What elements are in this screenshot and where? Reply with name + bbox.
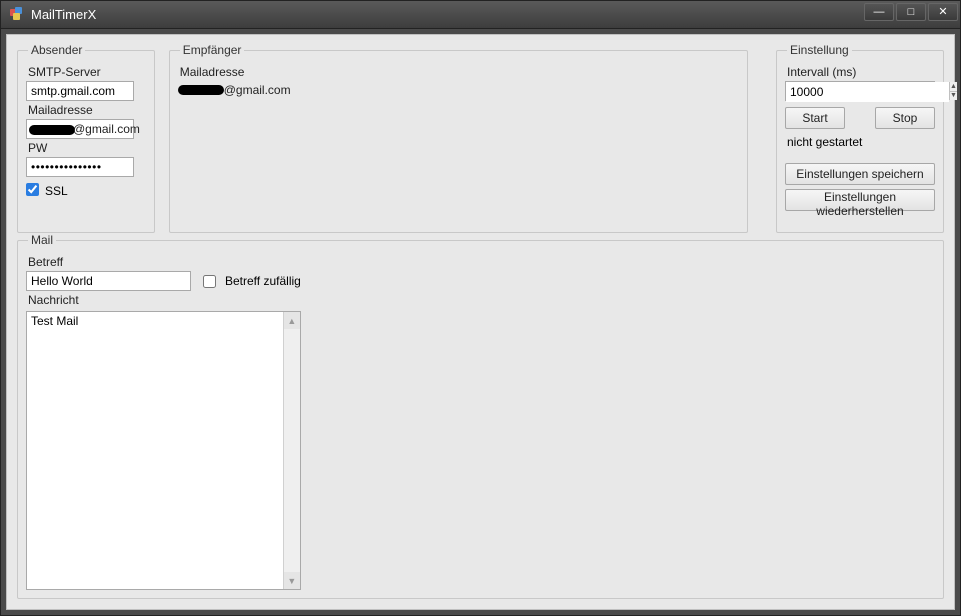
message-scrollbar[interactable]: ▲ ▼ (283, 312, 300, 589)
sender-legend: Absender (28, 43, 85, 57)
app-window: MailTimerX — □ ✕ Absender SMTP-Server Ma… (0, 0, 961, 616)
save-settings-button[interactable]: Einstellungen speichern (785, 163, 935, 185)
ssl-checkbox[interactable] (26, 183, 39, 196)
smtp-server-input[interactable] (26, 81, 134, 101)
smtp-server-label: SMTP-Server (28, 65, 146, 79)
start-button[interactable]: Start (785, 107, 845, 129)
status-text: nicht gestartet (787, 135, 935, 149)
subject-label: Betreff (28, 255, 301, 269)
interval-spinner[interactable]: ▲ ▼ (785, 81, 935, 101)
recipient-mail-value: @gmail.com (178, 83, 739, 97)
settings-legend: Einstellung (787, 43, 852, 57)
interval-label: Intervall (ms) (787, 65, 935, 79)
stop-button[interactable]: Stop (875, 107, 935, 129)
ssl-label: SSL (45, 184, 68, 198)
restore-settings-button[interactable]: Einstellungen wiederherstellen (785, 189, 935, 211)
maximize-icon: □ (908, 7, 915, 18)
mail-group: Mail Betreff Betreff zufällig Nachricht … (17, 233, 944, 599)
close-button[interactable]: ✕ (928, 3, 958, 21)
interval-input[interactable] (786, 82, 949, 102)
minimize-icon: — (874, 7, 885, 18)
random-subject-checkbox[interactable] (203, 275, 216, 288)
sender-mail-redaction (29, 124, 75, 138)
window-title: MailTimerX (31, 7, 96, 22)
message-label: Nachricht (28, 293, 301, 307)
message-textarea[interactable] (27, 312, 283, 589)
app-icon (9, 7, 25, 23)
random-subject-label: Betreff zufällig (225, 274, 301, 288)
spinner-down-icon[interactable]: ▼ (950, 92, 957, 101)
recipient-mail-redaction (178, 85, 224, 95)
spinner-up-icon[interactable]: ▲ (950, 82, 957, 92)
recipient-mail-suffix: @gmail.com (224, 83, 291, 97)
maximize-button[interactable]: □ (896, 3, 926, 21)
titlebar[interactable]: MailTimerX — □ ✕ (1, 1, 960, 29)
client-area: Absender SMTP-Server Mailadresse @gmail.… (6, 34, 955, 610)
scroll-down-icon[interactable]: ▼ (284, 572, 300, 589)
recipient-mail-label: Mailadresse (180, 65, 739, 79)
random-subject-row[interactable]: Betreff zufällig (199, 272, 301, 291)
minimize-button[interactable]: — (864, 3, 894, 21)
sender-mail-label: Mailadresse (28, 103, 146, 117)
settings-group: Einstellung Intervall (ms) ▲ ▼ Start Sto… (776, 43, 944, 233)
recipient-legend: Empfänger (180, 43, 245, 57)
recipient-group: Empfänger Mailadresse @gmail.com (169, 43, 748, 233)
scroll-up-icon[interactable]: ▲ (284, 312, 300, 329)
password-input[interactable] (26, 157, 134, 177)
close-icon: ✕ (938, 7, 947, 18)
subject-input[interactable] (26, 271, 191, 291)
sender-group: Absender SMTP-Server Mailadresse @gmail.… (17, 43, 155, 233)
ssl-checkbox-row[interactable]: SSL (26, 183, 146, 198)
mail-legend: Mail (28, 233, 56, 247)
password-label: PW (28, 141, 146, 155)
